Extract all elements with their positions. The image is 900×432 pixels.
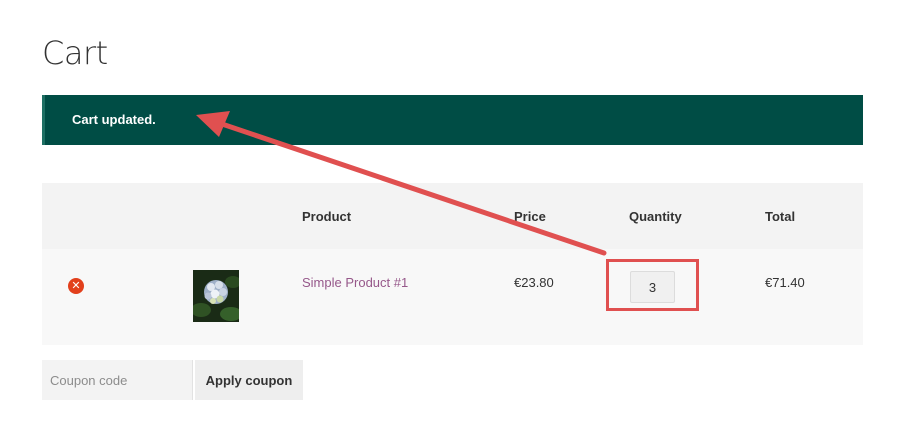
line-total: €71.40 [765, 275, 805, 290]
cart-table: Product Price Quantity Total ✕ Simple Pr… [42, 183, 863, 345]
product-price: €23.80 [514, 275, 554, 290]
apply-coupon-button[interactable]: Apply coupon [195, 360, 303, 400]
table-row: ✕ Simple Product #1 €23.80 3 €71.40 [42, 249, 863, 345]
notice-message: Cart updated. [72, 112, 156, 127]
page-title: Cart [42, 34, 108, 72]
table-header: Product Price Quantity Total [42, 183, 863, 249]
cart-page: Cart Cart updated. Product Price Quantit… [0, 0, 900, 432]
header-price: Price [514, 209, 546, 224]
remove-item-button[interactable]: ✕ [68, 278, 84, 294]
header-total: Total [765, 209, 796, 224]
header-product: Product [302, 209, 352, 224]
cart-updated-notice: Cart updated. [42, 95, 863, 145]
quantity-input[interactable] [630, 271, 675, 303]
product-thumbnail[interactable] [193, 270, 239, 322]
coupon-code-input[interactable] [42, 360, 193, 400]
hydrangea-image-icon [193, 270, 239, 322]
product-name-link[interactable]: Simple Product #1 [302, 275, 408, 290]
header-quantity: Quantity [629, 209, 682, 224]
